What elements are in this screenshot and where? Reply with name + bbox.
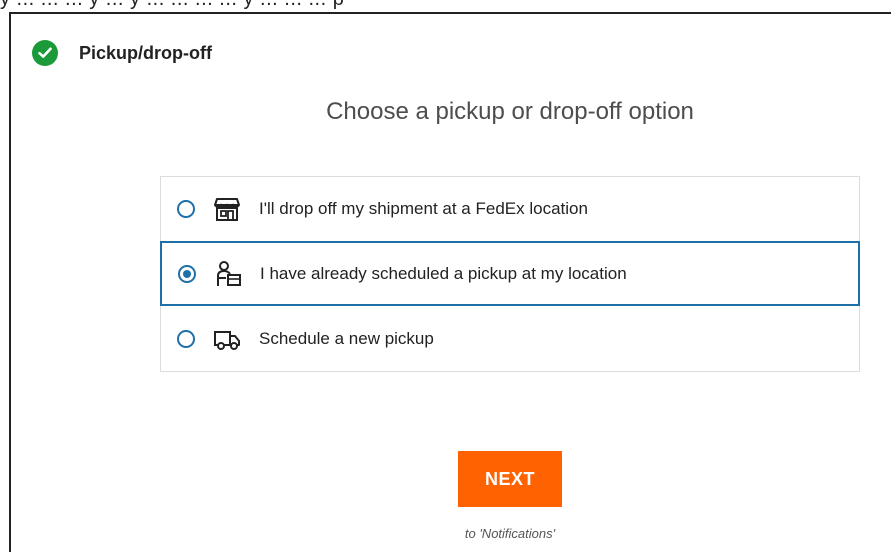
option-label: I have already scheduled a pickup at my … [260, 263, 627, 283]
radio-button[interactable] [177, 200, 195, 218]
section-header: Pickup/drop-off [32, 40, 212, 66]
radio-button[interactable] [177, 329, 195, 348]
store-icon [214, 198, 240, 221]
option-already-scheduled-pickup[interactable]: I have already scheduled a pickup at my … [160, 241, 860, 306]
section-title: Pickup/drop-off [79, 42, 212, 63]
next-button[interactable]: NEXT [458, 451, 562, 507]
page-heading: Choose a pickup or drop-off option [326, 98, 694, 125]
next-step-hint: to 'Notifications' [464, 526, 556, 541]
option-schedule-new-pickup[interactable]: Schedule a new pickup [160, 306, 860, 372]
truck-icon [214, 330, 240, 350]
option-label: I'll drop off my shipment at a FedEx loc… [259, 199, 588, 218]
radio-button-selected[interactable] [178, 264, 196, 283]
checkmark-circle-icon [32, 40, 58, 66]
option-label: Schedule a new pickup [259, 328, 434, 348]
top-cropped-text: y ... ... ... y ... y ... ... ... ... y … [0, 0, 891, 10]
top-cropped-text-content: y ... ... ... y ... y ... ... ... ... y … [0, 0, 344, 10]
option-drop-off-at-fedex-location[interactable]: I'll drop off my shipment at a FedEx loc… [160, 176, 860, 241]
courier-package-icon [217, 260, 241, 286]
pickup-option-list: I'll drop off my shipment at a FedEx loc… [160, 176, 860, 372]
